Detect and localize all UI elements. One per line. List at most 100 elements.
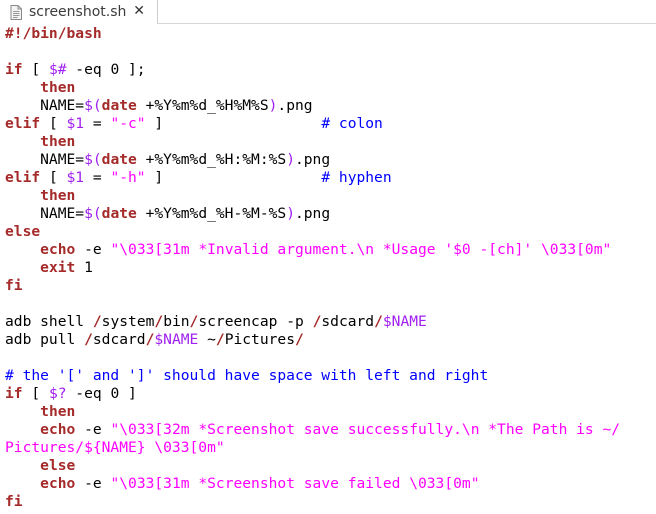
variable-token: $( (84, 97, 102, 114)
code-line: if [ $# -eq 0 ]; (5, 61, 656, 79)
variable-token: $1 (66, 169, 85, 186)
code-line: #!/bin/bash (5, 25, 656, 43)
code-line: adb shell /system/bin/screencap -p /sdca… (5, 313, 656, 331)
text-token: NAME= (5, 205, 85, 222)
keyword-token: / (84, 331, 93, 348)
string-token: "-c" (110, 115, 146, 132)
text-token: ] (145, 115, 322, 132)
code-line: exit 1 (5, 259, 656, 277)
text-token: -eq 0 ]; (66, 61, 146, 78)
string-token: "-h" (110, 169, 146, 186)
keyword-token: date (101, 205, 137, 222)
keyword-token: exit (40, 259, 76, 276)
text-token: bin (163, 313, 190, 330)
variable-token: $NAME (382, 313, 427, 330)
text-token: adb shell (5, 313, 93, 330)
keyword-token: / (295, 331, 304, 348)
keyword-token: fi (5, 493, 23, 510)
code-editor[interactable]: #!/bin/bash if [ $# -eq 0 ]; then NAME=$(… (0, 24, 656, 514)
text-token: system (101, 313, 155, 330)
text-token: -e (75, 475, 111, 492)
code-line: NAME=$(date +%Y%m%d_%H:%M:%S).png (5, 151, 656, 169)
code-line: # the '[' and ']' should have space with… (5, 367, 656, 385)
text-token: = (84, 115, 111, 132)
string-token: Pictures/${NAME} \033[0m" (5, 439, 225, 456)
code-line: then (5, 79, 656, 97)
code-line: echo -e "\033[31m *Screenshot save faile… (5, 475, 656, 493)
tab-screenshot-sh[interactable]: screenshot.sh ✕ (0, 0, 158, 24)
code-line: if [ $? -eq 0 ] (5, 385, 656, 403)
variable-token: $( (84, 205, 102, 222)
variable-token: $# (48, 61, 67, 78)
comment-token: # the '[' and ']' should have space with… (5, 367, 489, 384)
keyword-token: then (40, 403, 76, 420)
text-token: +%Y%m%d_%H-%M-%S (136, 205, 287, 222)
string-token: "\033[32m *Screenshot save successfully.… (110, 421, 621, 438)
keyword-token: then (40, 133, 76, 150)
string-token: "\033[31m *Screenshot save failed \033[0… (110, 475, 480, 492)
code-line: NAME=$(date +%Y%m%d_%H%M%S).png (5, 97, 656, 115)
code-line: fi (5, 493, 656, 511)
text-token: adb pull (5, 331, 85, 348)
keyword-token: if (5, 385, 23, 402)
string-token: "\033[31m *Invalid argument.\n *Usage '$… (110, 241, 612, 258)
text-token: +%Y%m%d_%H%M%S (136, 97, 269, 114)
variable-token: $( (84, 151, 102, 168)
text-token: +%Y%m%d_%H:%M:%S (136, 151, 287, 168)
code-line: else (5, 223, 656, 241)
keyword-token: else (5, 223, 41, 240)
code-line: else (5, 457, 656, 475)
text-token: ~ (198, 331, 216, 348)
text-token: [ (40, 169, 67, 186)
keyword-token: if (5, 61, 23, 78)
document-icon (10, 4, 22, 20)
keyword-token: / (92, 313, 102, 330)
text-token: 1 (75, 259, 93, 276)
keyword-token: / (215, 331, 225, 348)
code-line: echo -e "\033[31m *Invalid argument.\n *… (5, 241, 656, 259)
keyword-token: then (40, 79, 76, 96)
code-line: elif [ $1 = "-c" ] # colon (5, 115, 656, 133)
close-icon[interactable]: ✕ (133, 3, 145, 19)
text-token: [ (22, 385, 49, 402)
variable-token: ) (286, 151, 295, 168)
text-token: sdcard (92, 331, 146, 348)
text-token: .png (294, 205, 331, 222)
keyword-token: #!/bin/bash (5, 25, 102, 42)
keyword-token: date (101, 151, 137, 168)
tab-title: screenshot.sh (29, 4, 127, 20)
comment-token: # colon (321, 115, 383, 132)
keyword-token: then (40, 187, 76, 204)
text-token: .png (277, 97, 313, 114)
code-line: then (5, 187, 656, 205)
text-token: [ (22, 61, 49, 78)
variable-token: ) (286, 205, 295, 222)
comment-token: # hyphen (321, 169, 392, 186)
code-line: echo -e "\033[32m *Screenshot save succe… (5, 421, 656, 439)
keyword-token: echo (40, 241, 76, 258)
text-token: screencap -p (198, 313, 313, 330)
keyword-token: elif (5, 115, 41, 132)
text-token: ] (145, 169, 322, 186)
code-line: adb pull /sdcard/$NAME ~/Pictures/ (5, 331, 656, 349)
keyword-token: elif (5, 169, 41, 186)
keyword-token: date (101, 97, 137, 114)
keyword-token: echo (40, 475, 76, 492)
text-token: -e (75, 241, 111, 258)
text-token: = (84, 169, 111, 186)
variable-token: $1 (66, 115, 85, 132)
text-token: Pictures (224, 331, 295, 348)
code-line: fi (5, 277, 656, 295)
code-line: then (5, 133, 656, 151)
keyword-token: fi (5, 277, 23, 294)
text-token: -eq 0 ] (66, 385, 137, 402)
